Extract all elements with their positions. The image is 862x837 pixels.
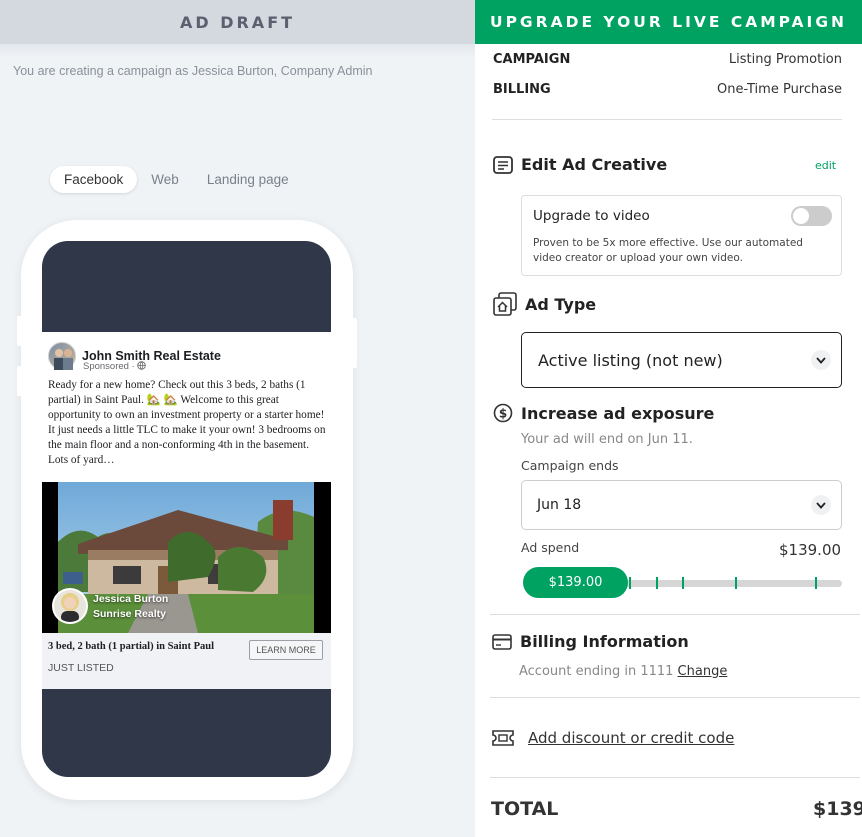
ticket-icon — [492, 730, 514, 746]
tab-facebook[interactable]: Facebook — [50, 166, 138, 193]
billing-info-title: Billing Information — [492, 632, 689, 651]
ad-end-note: Your ad will end on Jun 11. — [521, 432, 693, 447]
exposure-title: $ Increase ad exposure — [493, 403, 714, 423]
account-text: Account ending in 1111 — [519, 664, 678, 679]
ad-type-title: Ad Type — [493, 292, 596, 316]
chevron-down-icon — [811, 350, 831, 370]
slider-tick — [682, 577, 684, 589]
ad-type-selected: Active listing (not new) — [538, 350, 723, 370]
toggle-knob — [793, 208, 809, 224]
post-text: Ready for a new home? Check out this 3 b… — [48, 379, 326, 466]
slider-tick — [815, 577, 817, 589]
upgrade-video-description: Proven to be 5x more effective. Use our … — [533, 237, 803, 264]
link-preview-footer: 3 bed, 2 bath (1 partial) in Saint Paul … — [42, 633, 331, 689]
total-label: TOTAL — [491, 798, 559, 820]
exposure-label: Increase ad exposure — [521, 403, 715, 423]
ad-spend-label: Ad spend — [521, 540, 580, 555]
divider — [490, 697, 860, 698]
upgrade-video-toggle[interactable] — [791, 206, 832, 226]
dollar-icon: $ — [493, 403, 513, 423]
edit-creative-title: Edit Ad Creative — [493, 155, 667, 174]
ad-type-icon — [493, 292, 517, 316]
upgrade-header: UPGRADE YOUR LIVE CAMPAIGN — [475, 0, 862, 44]
agent-name: Jessica Burton — [93, 593, 169, 605]
divider — [490, 777, 860, 778]
phone-side-button — [17, 316, 22, 346]
phone-screen: John Smith Real Estate Sponsored · Ready… — [42, 241, 331, 777]
ad-spend-slider-handle[interactable]: $139.00 — [523, 567, 628, 598]
campaign-ends-select[interactable]: Jun 18 — [521, 480, 842, 530]
phone-mockup: John Smith Real Estate Sponsored · Ready… — [17, 220, 357, 800]
slider-tick — [656, 577, 658, 589]
globe-icon — [137, 361, 147, 370]
campaign-ends-value: Jun 18 — [537, 497, 582, 513]
credit-card-icon — [492, 633, 512, 650]
change-card-link[interactable]: Change — [678, 664, 728, 679]
ad-draft-header: AD DRAFT — [0, 0, 475, 44]
ad-spend-value: $139.00 — [779, 541, 842, 559]
phone-side-button — [352, 318, 357, 368]
ad-type-select[interactable]: Active listing (not new) — [521, 332, 842, 388]
discount-row: Add discount or credit code — [492, 729, 734, 747]
agent-company: Sunrise Realty — [93, 608, 166, 620]
sponsored-text: Sponsored · — [83, 361, 138, 372]
slider-tick — [629, 577, 631, 589]
phone-side-button — [17, 366, 22, 396]
divider — [492, 119, 842, 120]
campaign-row: CAMPAIGN Listing Promotion — [493, 52, 842, 67]
billing-info-label: Billing Information — [520, 632, 689, 651]
chevron-down-icon — [811, 495, 831, 515]
edit-creative-link[interactable]: edit — [815, 159, 836, 172]
upgrade-video-card: Upgrade to video Proven to be 5x more ef… — [521, 195, 842, 276]
campaign-ends-label: Campaign ends — [521, 458, 619, 473]
preview-tabs: Facebook Web Landing page — [50, 166, 303, 193]
slider-tick — [735, 577, 737, 589]
campaign-label: CAMPAIGN — [493, 52, 571, 67]
account-info: Account ending in 1111 Change — [519, 664, 727, 679]
svg-text:$: $ — [499, 407, 507, 421]
edit-creative-label: Edit Ad Creative — [521, 155, 668, 174]
billing-value: One-Time Purchase — [717, 82, 842, 97]
billing-label: BILLING — [493, 82, 551, 97]
facebook-ad-preview: John Smith Real Estate Sponsored · Ready… — [42, 332, 331, 689]
learn-more-button[interactable]: LEARN MORE — [249, 640, 323, 660]
upgrade-video-title: Upgrade to video — [533, 208, 650, 224]
tab-web[interactable]: Web — [137, 166, 193, 193]
divider — [490, 614, 860, 615]
campaign-value: Listing Promotion — [728, 52, 842, 67]
total-value: $139.00 — [813, 798, 862, 820]
header-shadow — [0, 44, 475, 58]
ad-creative-icon — [493, 155, 513, 174]
listing-photo: Jessica Burton Sunrise Realty — [42, 482, 331, 633]
discount-code-link[interactable]: Add discount or credit code — [528, 729, 734, 747]
ad-draft-panel: AD DRAFT You are creating a campaign as … — [0, 0, 475, 837]
agent-avatar — [52, 588, 88, 624]
ad-type-label: Ad Type — [525, 294, 597, 314]
agent-info: Jessica Burton Sunrise Realty — [93, 592, 168, 622]
page-avatar — [48, 342, 76, 370]
link-subtitle: JUST LISTED — [48, 662, 114, 674]
upgrade-campaign-panel: UPGRADE YOUR LIVE CAMPAIGN CAMPAIGN List… — [475, 0, 862, 837]
tab-landing-page[interactable]: Landing page — [193, 166, 303, 193]
link-title: 3 bed, 2 bath (1 partial) in Saint Paul — [48, 641, 214, 652]
sponsored-label: Sponsored · — [83, 361, 147, 372]
billing-row: BILLING One-Time Purchase — [493, 82, 842, 97]
creating-as-text: You are creating a campaign as Jessica B… — [13, 64, 373, 78]
